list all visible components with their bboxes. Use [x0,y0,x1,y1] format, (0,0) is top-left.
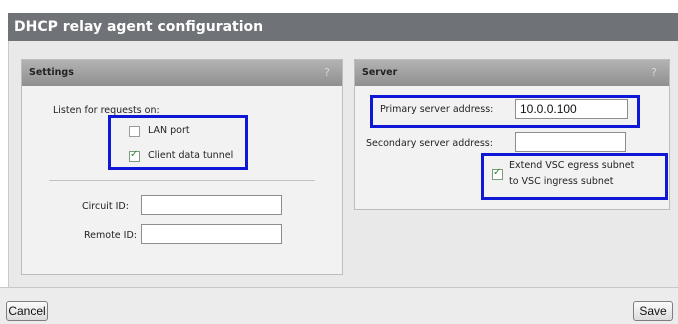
settings-divider [49,180,315,181]
help-icon[interactable]: ? [324,60,330,86]
action-bar: Cancel Save [0,287,678,324]
circuit-id-label: Circuit ID: [82,201,129,212]
remote-id-label: Remote ID: [84,230,137,241]
secondary-server-input[interactable] [515,132,626,152]
settings-panel-header: Settings ? [22,60,342,86]
circuit-id-input[interactable] [141,195,282,215]
server-panel-header: Server ? [355,60,669,86]
server-panel-title: Server [362,67,398,78]
cancel-button[interactable]: Cancel [6,301,48,321]
page-title: DHCP relay agent configuration [14,19,264,35]
primary-server-highlight-box [370,95,640,128]
secondary-server-label: Secondary server address: [366,138,493,149]
page-title-bar: DHCP relay agent configuration [8,13,678,41]
save-button[interactable]: Save [633,301,673,321]
remote-id-input[interactable] [141,224,282,244]
dhcp-relay-page: DHCP relay agent configuration Settings … [0,0,678,324]
lan-client-highlight-box [108,115,248,170]
settings-panel-title: Settings [29,67,74,78]
help-icon[interactable]: ? [651,60,657,86]
extend-vsc-highlight-box [481,153,668,200]
